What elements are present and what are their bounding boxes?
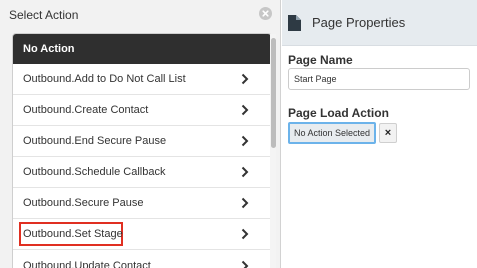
action-item-label: Outbound.Create Contact (23, 104, 149, 116)
action-item-set-stage[interactable]: Outbound.Set Stage (13, 219, 271, 250)
chevron-right-icon (241, 135, 249, 147)
panel-title: Page Properties (312, 15, 406, 30)
page-name-input[interactable] (288, 68, 470, 90)
action-item-label: Outbound.Secure Pause (23, 197, 144, 209)
close-icon[interactable] (259, 7, 272, 20)
action-item-label: Outbound.Update Contact (23, 259, 151, 268)
chevron-right-icon (241, 73, 249, 85)
chevron-right-icon (241, 197, 249, 209)
action-item-create-contact[interactable]: Outbound.Create Contact (13, 95, 271, 126)
action-item-label: Outbound.Set Stage (23, 228, 123, 240)
select-action-dialog: Select Action No Action Outbound.Add to … (0, 0, 281, 268)
page-name-label: Page Name (288, 53, 353, 67)
action-item-label: Outbound.Schedule Callback (23, 166, 166, 178)
chevron-right-icon (241, 166, 249, 178)
action-list: No Action Outbound.Add to Do Not Call Li… (12, 33, 272, 268)
action-item-add-to-dnc[interactable]: Outbound.Add to Do Not Call List (13, 64, 271, 95)
page-load-action-label: Page Load Action (288, 106, 389, 120)
clear-icon: × (384, 126, 392, 139)
action-item-secure-pause[interactable]: Outbound.Secure Pause (13, 188, 271, 219)
scrollbar-thumb[interactable] (271, 38, 276, 148)
clear-action-button[interactable]: × (379, 123, 397, 143)
action-item-label: Outbound.End Secure Pause (23, 135, 167, 147)
action-item-update-contact[interactable]: Outbound.Update Contact (13, 250, 271, 268)
chevron-right-icon (241, 260, 249, 268)
page-properties-panel: Page Properties Page Name Page Load Acti… (282, 0, 477, 268)
page-load-action-button[interactable]: No Action Selected (288, 122, 376, 144)
document-icon (288, 15, 301, 31)
dialog-title: Select Action (9, 8, 79, 22)
action-item-end-secure-pause[interactable]: Outbound.End Secure Pause (13, 126, 271, 157)
chevron-right-icon (241, 104, 249, 116)
action-item-schedule-callback[interactable]: Outbound.Schedule Callback (13, 157, 271, 188)
action-item-label: Outbound.Add to Do Not Call List (23, 73, 186, 85)
page-load-action-value: No Action Selected (293, 128, 371, 138)
panel-header: Page Properties (282, 0, 477, 46)
chevron-right-icon (241, 228, 249, 240)
action-item-label: No Action (23, 43, 75, 55)
action-item-no-action[interactable]: No Action (13, 34, 271, 64)
